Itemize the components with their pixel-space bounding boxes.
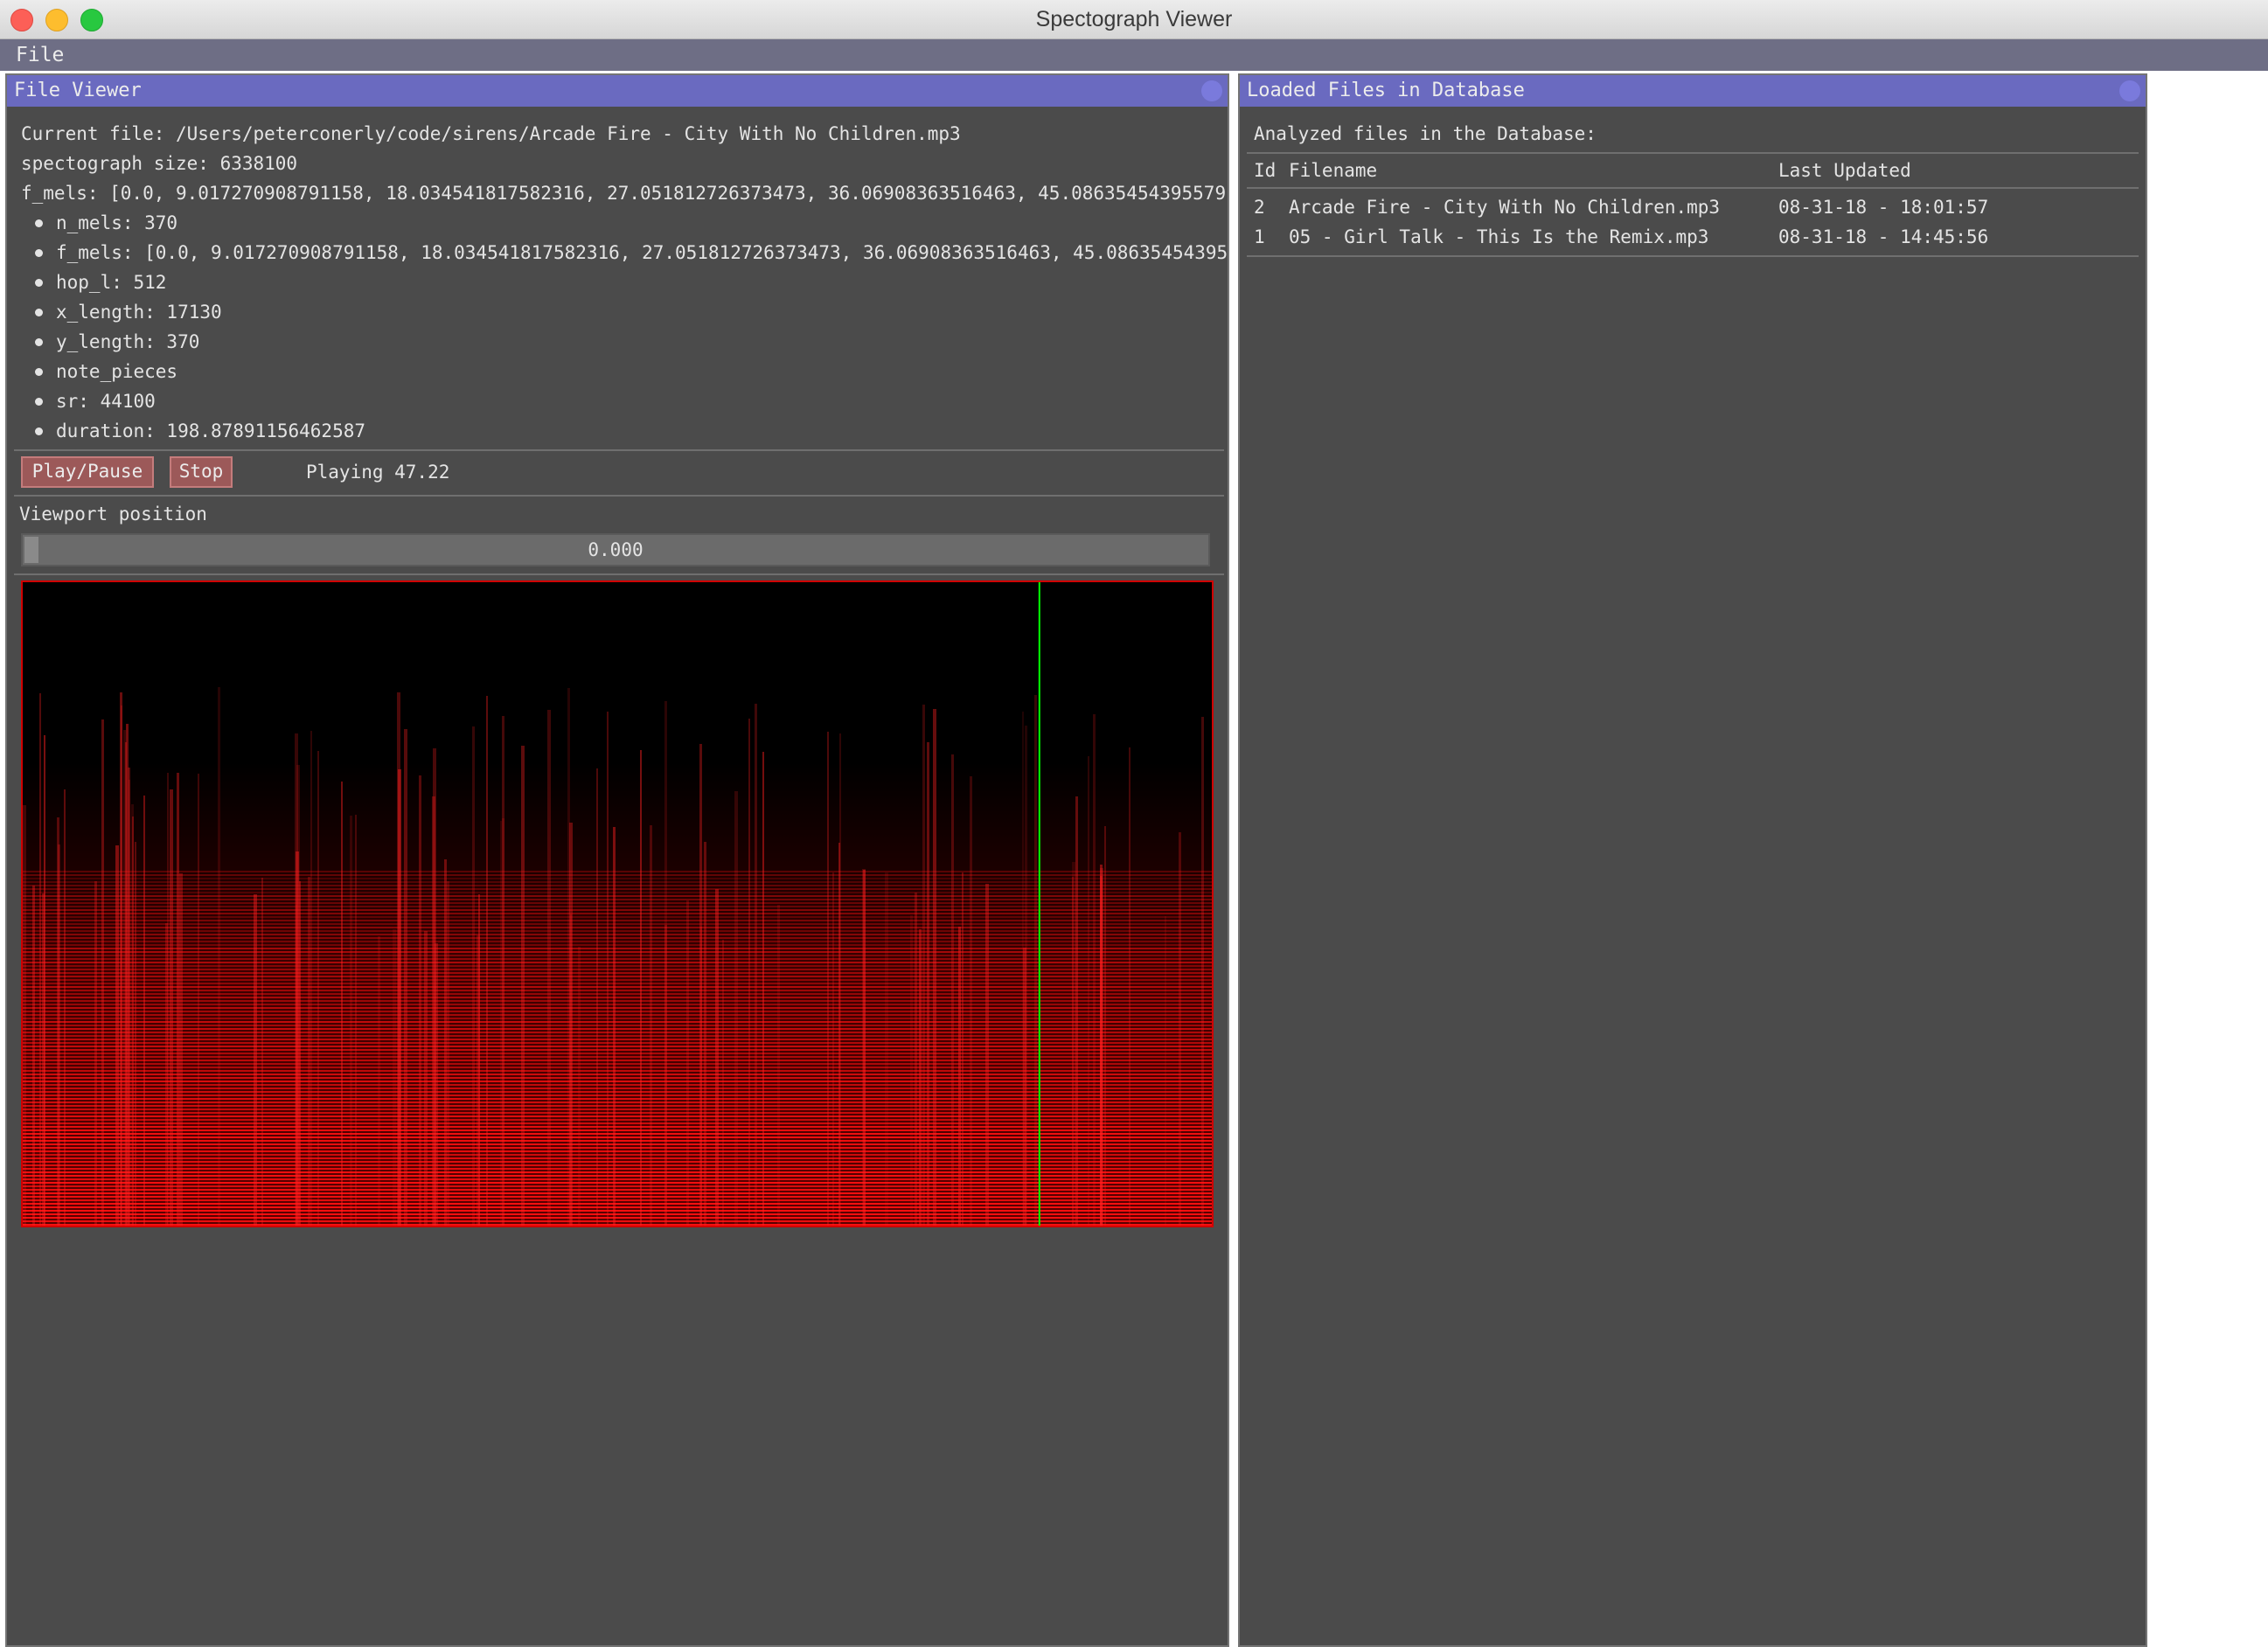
viewport-value: 0.000 — [588, 539, 644, 560]
playing-status: Playing 47.22 — [306, 462, 450, 483]
separator — [1247, 187, 2139, 189]
stop-button[interactable]: Stop — [170, 456, 233, 488]
spectrogram-image — [23, 582, 1212, 1226]
cell-id: 2 — [1254, 197, 1265, 218]
param-item: note_pieces — [56, 361, 178, 382]
separator — [14, 495, 1224, 497]
viewport-position-slider[interactable]: 0.000 — [21, 533, 1210, 566]
bullet-icon — [35, 219, 43, 227]
viewport-position-label: Viewport position — [19, 504, 207, 525]
window-title: Spectograph Viewer — [1035, 7, 1233, 31]
param-item: hop_l: 512 — [56, 272, 167, 293]
cell-updated: 08-31-18 - 18:01:57 — [1778, 197, 1989, 218]
param-item: y_length: 370 — [56, 331, 200, 352]
param-item: duration: 198.87891156462587 — [56, 420, 366, 441]
column-header-id: Id — [1254, 160, 1277, 181]
spectrogram-view[interactable] — [21, 580, 1214, 1227]
bullet-icon — [35, 249, 43, 257]
current-file-label: Current file: /Users/peterconerly/code/s… — [21, 123, 961, 144]
param-item: f_mels: [0.0, 9.017270908791158, 18.0345… — [56, 242, 1228, 263]
param-item: x_length: 17130 — [56, 302, 222, 323]
bullet-icon — [35, 338, 43, 346]
bullet-icon — [35, 279, 43, 287]
spectograph-size-label: spectograph size: 6338100 — [21, 153, 298, 174]
bullet-icon — [35, 398, 43, 406]
cell-filename[interactable]: Arcade Fire - City With No Children.mp3 — [1289, 196, 1720, 219]
cell-filename[interactable]: 05 - Girl Talk - This Is the Remix.mp3 — [1289, 226, 1708, 248]
menu-file[interactable]: File — [16, 43, 64, 67]
bullet-icon — [35, 368, 43, 376]
f-mels-label: f_mels: [0.0, 9.017270908791158, 18.0345… — [21, 183, 1227, 204]
collapse-icon[interactable] — [1201, 80, 1222, 101]
collapse-icon[interactable] — [2119, 80, 2140, 101]
param-item: sr: 44100 — [56, 391, 156, 412]
file-viewer-title: File Viewer — [14, 80, 142, 101]
play-pause-button[interactable]: Play/Pause — [21, 456, 154, 488]
param-item: n_mels: 370 — [56, 212, 178, 233]
column-header-filename: Filename — [1289, 160, 1378, 181]
window-titlebar: Spectograph Viewer — [0, 0, 2268, 39]
database-subtitle: Analyzed files in the Database: — [1254, 123, 1597, 144]
bullet-icon — [35, 427, 43, 435]
separator — [1247, 152, 2139, 154]
file-viewer-panel: File Viewer Current file: /Users/peterco… — [5, 73, 1229, 1647]
file-viewer-header[interactable]: File Viewer — [7, 75, 1228, 107]
database-title: Loaded Files in Database — [1247, 80, 1525, 101]
separator — [14, 449, 1224, 451]
separator — [1247, 255, 2139, 257]
separator — [14, 573, 1224, 575]
database-header[interactable]: Loaded Files in Database — [1240, 75, 2146, 107]
cell-id: 1 — [1254, 226, 1265, 247]
column-header-updated: Last Updated — [1778, 160, 1911, 181]
cell-updated: 08-31-18 - 14:45:56 — [1778, 226, 1989, 247]
menu-bar: File — [0, 39, 2268, 71]
bullet-icon — [35, 309, 43, 316]
database-panel: Loaded Files in Database Analyzed files … — [1238, 73, 2147, 1647]
